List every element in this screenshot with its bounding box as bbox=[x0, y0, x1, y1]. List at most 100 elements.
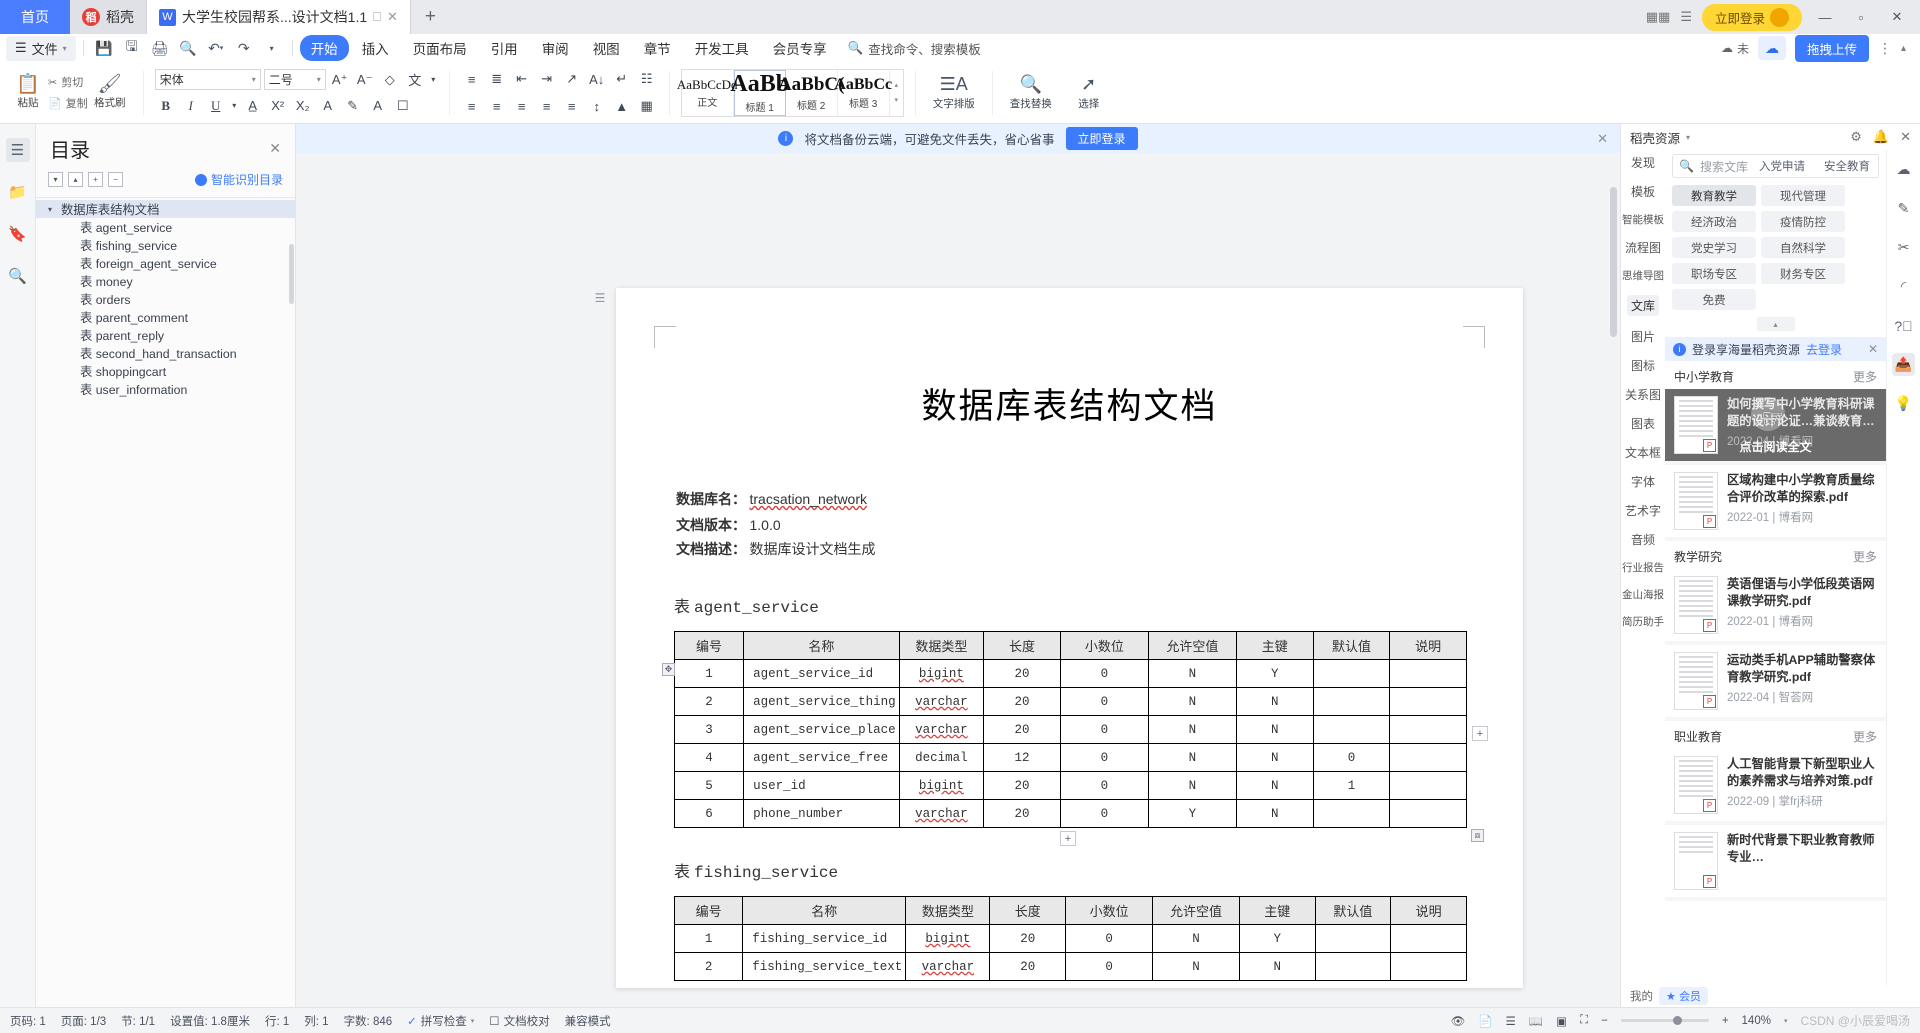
eye-icon[interactable]: 👁 bbox=[1451, 1014, 1466, 1028]
text-effects-icon[interactable]: A bbox=[317, 95, 339, 116]
align-right-icon[interactable]: ≡ bbox=[511, 96, 533, 117]
present-icon[interactable]: ⎕ bbox=[373, 9, 381, 25]
chip-party-history[interactable]: 党史学习 bbox=[1672, 237, 1756, 258]
pinyin-guide-icon[interactable]: 文 bbox=[404, 69, 426, 90]
align-center-icon[interactable]: ≡ bbox=[486, 96, 508, 117]
close-icon[interactable]: ✕ bbox=[1868, 342, 1878, 356]
resource-card[interactable]: P 新时代背景下职业教育教师专业… bbox=[1665, 825, 1886, 901]
table-agent-service[interactable]: 编号 名称 数据类型 长度 小数位 允许空值 主键 默认值 说明 1 agent… bbox=[673, 631, 1467, 828]
rp-nav-chart[interactable]: 图表 bbox=[1631, 415, 1655, 432]
web-layout-icon[interactable]: ☰ bbox=[1506, 1014, 1516, 1028]
italic-icon[interactable]: I bbox=[180, 95, 202, 116]
new-tab-button[interactable]: + bbox=[411, 0, 450, 34]
increase-font-icon[interactable]: A⁺ bbox=[329, 69, 351, 90]
chevron-down-icon[interactable]: ▾ bbox=[48, 205, 61, 214]
resource-card-hovered[interactable]: P 如何撰写中小学教育科研课题的设计论证…兼谈教育科研… 2022-04 | 博… bbox=[1665, 389, 1886, 465]
rp-nav-textbox[interactable]: 文本框 bbox=[1625, 444, 1661, 461]
close-icon[interactable]: ✕ bbox=[387, 9, 398, 25]
rp-nav-mindmap[interactable]: 思维导图 bbox=[1622, 268, 1664, 283]
read-full-text-label[interactable]: 点击阅读全文 bbox=[1665, 438, 1886, 455]
bell-icon[interactable]: 🔔 bbox=[1873, 129, 1889, 145]
pen-icon[interactable]: ✎ bbox=[1892, 197, 1915, 220]
maximize-button[interactable]: ▫ bbox=[1848, 10, 1874, 25]
decrease-font-icon[interactable]: A⁻ bbox=[354, 69, 376, 90]
chevron-down-icon[interactable]: ▾ bbox=[429, 69, 438, 90]
style-heading-3[interactable]: AaBbCc 标题 3 bbox=[834, 69, 892, 116]
search-chip-2[interactable]: 安全教育 bbox=[1816, 158, 1878, 174]
copy-button[interactable]: 📄 复制 bbox=[48, 95, 88, 111]
toc-item-fishing-service[interactable]: 表 fishing_service bbox=[36, 236, 295, 254]
toc-item-shoppingcart[interactable]: 表 shoppingcart bbox=[36, 362, 295, 380]
smart-toc-button[interactable]: 智能识别目录 bbox=[194, 171, 283, 188]
resource-card[interactable]: P 人工智能背景下新型职业人的素养需求与培养对策.pdf 2022-09 | 掌… bbox=[1665, 749, 1886, 825]
notice-login-button[interactable]: 立即登录 bbox=[1065, 127, 1138, 150]
file-menu-button[interactable]: ☰ 文件 ▾ bbox=[6, 35, 76, 61]
undo-icon[interactable]: ↶ ▾ bbox=[203, 37, 229, 59]
rp-nav-discover[interactable]: 发现 bbox=[1631, 154, 1655, 171]
collapse-ribbon-icon[interactable]: ▴ bbox=[1901, 43, 1906, 54]
bullet-list-icon[interactable]: ≡ bbox=[461, 69, 483, 90]
document-page[interactable]: 数据库表结构文档 数据库名： tracsation_network 文档版本： … bbox=[616, 288, 1523, 988]
sort-icon[interactable]: A↓ bbox=[586, 69, 608, 90]
rp-nav-smart-template[interactable]: 智能模板 bbox=[1622, 212, 1664, 227]
rp-nav-resume[interactable]: 简历助手 bbox=[1622, 614, 1664, 629]
slider-icon[interactable]: ◜ bbox=[1892, 275, 1915, 298]
rp-nav-icon[interactable]: 图标 bbox=[1631, 357, 1655, 374]
show-marks-icon[interactable]: ↵ bbox=[611, 69, 633, 90]
ribbon-tab-references[interactable]: 引用 bbox=[480, 35, 529, 61]
reading-layout-icon[interactable]: 📖 bbox=[1529, 1014, 1543, 1028]
toc-item-parent-comment[interactable]: 表 parent_comment bbox=[36, 308, 295, 326]
chip-education[interactable]: 教育教学 bbox=[1672, 185, 1756, 206]
scissors-icon[interactable]: ✂ bbox=[1892, 236, 1915, 259]
decrease-indent-icon[interactable]: ⇤ bbox=[511, 69, 533, 90]
chevron-down-icon[interactable]: ▾ bbox=[1686, 133, 1690, 142]
table-move-handle[interactable]: ✥ bbox=[662, 663, 675, 676]
outline-icon[interactable]: ☰ bbox=[5, 138, 30, 162]
toc-item-foreign-agent-service[interactable]: 表 foreign_agent_service bbox=[36, 254, 295, 272]
plus-icon[interactable]: + bbox=[88, 172, 103, 187]
zoom-in-button[interactable]: + bbox=[1722, 1015, 1729, 1027]
line-spacing-icon[interactable]: ↕ bbox=[586, 96, 608, 117]
command-search[interactable]: 🔍 查找命令、搜索模板 bbox=[848, 39, 981, 58]
close-icon[interactable]: ✕ bbox=[1900, 129, 1911, 145]
proofread-button[interactable]: ☐ 文档校对 bbox=[489, 1013, 549, 1029]
style-heading-2[interactable]: AaBbC( 标题 2 bbox=[778, 69, 844, 116]
rp-nav-font[interactable]: 字体 bbox=[1631, 473, 1655, 490]
chip-free[interactable]: 免费 bbox=[1672, 289, 1756, 310]
gear-icon[interactable]: ⚙ bbox=[1850, 129, 1862, 145]
chip-workplace[interactable]: 职场专区 bbox=[1672, 263, 1756, 284]
chip-epidemic[interactable]: 疫情防控 bbox=[1761, 211, 1845, 232]
login-button[interactable]: 立即登录 bbox=[1701, 3, 1802, 31]
search-icon[interactable]: 🔍 bbox=[6, 264, 30, 288]
justify-icon[interactable]: ≡ bbox=[536, 96, 558, 117]
rp-nav-image[interactable]: 图片 bbox=[1631, 328, 1655, 345]
superscript-icon[interactable]: X² bbox=[267, 95, 289, 116]
chip-finance[interactable]: 财务专区 bbox=[1761, 263, 1845, 284]
search-chip-1[interactable]: 入党申请 bbox=[1751, 158, 1813, 174]
zoom-out-button[interactable]: − bbox=[1601, 1015, 1608, 1027]
multilevel-list-icon[interactable]: ↗ bbox=[561, 69, 583, 90]
zoom-level[interactable]: 140% bbox=[1742, 1015, 1771, 1027]
chip-economics[interactable]: 经济政治 bbox=[1672, 211, 1756, 232]
cloud-icon[interactable]: ☁ bbox=[1892, 158, 1915, 181]
add-row-button[interactable]: + bbox=[1060, 831, 1076, 846]
help-icon[interactable]: ?⃝ bbox=[1892, 314, 1915, 337]
strikethrough-icon[interactable]: A̲ bbox=[242, 95, 264, 116]
text-layout-button[interactable]: ☰A 文字排版 bbox=[927, 75, 981, 111]
bookmark-icon[interactable]: 🔖 bbox=[6, 222, 30, 246]
chevron-down-icon[interactable]: ▾ bbox=[230, 95, 239, 116]
spellcheck-toggle[interactable]: ✓ 拼写检查 ▾ bbox=[407, 1013, 474, 1029]
clear-format-icon[interactable]: ◇ bbox=[379, 69, 401, 90]
toc-item-user-information[interactable]: 表 user_information bbox=[36, 380, 295, 398]
resource-card[interactable]: P 英语俚语与小学低段英语网课教学研究.pdf 2022-01 | 博看网 bbox=[1665, 569, 1886, 645]
ribbon-tab-insert[interactable]: 插入 bbox=[351, 35, 400, 61]
minimize-button[interactable]: — bbox=[1812, 10, 1838, 25]
more-link[interactable]: 更多 bbox=[1853, 728, 1877, 745]
zoom-slider[interactable] bbox=[1620, 1016, 1709, 1025]
rp-nav-audio[interactable]: 音频 bbox=[1631, 531, 1655, 548]
rp-nav-relation[interactable]: 关系图 bbox=[1625, 386, 1661, 403]
customize-icon[interactable]: ▾ bbox=[259, 37, 285, 59]
ribbon-tab-view[interactable]: 视图 bbox=[582, 35, 631, 61]
idea-icon[interactable]: 💡 bbox=[1892, 392, 1915, 415]
save-as-icon[interactable]: 🖫 bbox=[119, 37, 145, 59]
